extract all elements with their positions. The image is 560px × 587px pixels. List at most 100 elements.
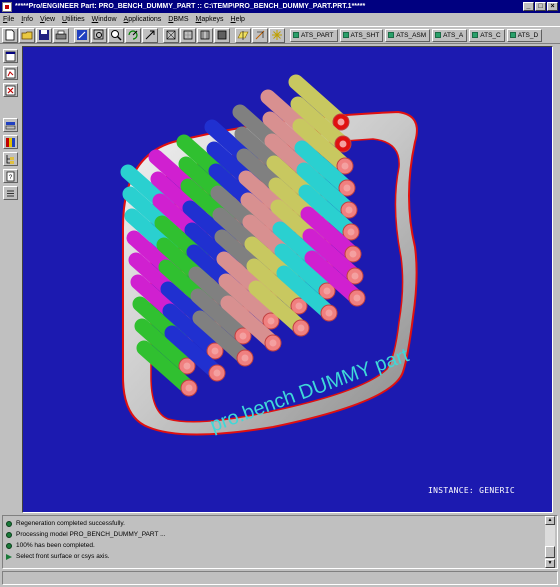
tube-bore xyxy=(185,384,193,392)
message-scrollbar[interactable]: ▲ ▼ xyxy=(545,516,555,568)
menu-bar: File Info View Utilities Window Applicat… xyxy=(0,13,560,25)
repaint-icon[interactable] xyxy=(74,27,90,43)
message-text: Select front surface or csys axis. xyxy=(16,553,110,560)
ats-icon xyxy=(293,32,299,38)
star-icon[interactable] xyxy=(269,27,285,43)
menu-applications[interactable]: Applications xyxy=(124,16,162,23)
window-controls: _ □ × xyxy=(523,2,558,11)
ats-icon xyxy=(472,32,479,38)
hidden-line-icon[interactable] xyxy=(180,27,196,43)
title-bar: *****Pro/ENGINEER Part: PRO_BENCH_DUMMY_… xyxy=(0,0,560,13)
ats-part-button[interactable]: ATS_PART xyxy=(290,28,338,42)
tube-bore xyxy=(183,362,191,370)
menu-view[interactable]: View xyxy=(40,16,55,23)
tube-bore xyxy=(353,294,361,302)
graphics-viewport[interactable]: pro.bench DUMMY part xyxy=(22,46,553,513)
tube-bore xyxy=(347,228,355,236)
ats-a-button[interactable]: ATS_A xyxy=(432,28,468,42)
sketch-icon[interactable] xyxy=(3,66,18,80)
save-icon[interactable] xyxy=(36,27,52,43)
menu-mapkeys[interactable]: Mapkeys xyxy=(196,16,224,23)
zoom-in-icon[interactable] xyxy=(91,27,107,43)
delete-icon[interactable] xyxy=(3,83,18,97)
menu-dbms[interactable]: DBMS xyxy=(168,16,188,23)
message-area: Regeneration completed successfully. Pro… xyxy=(2,515,558,569)
print-icon[interactable] xyxy=(53,27,69,43)
menu-utilities[interactable]: Utilities xyxy=(62,16,85,23)
tube-bore xyxy=(269,339,277,347)
tube-bore xyxy=(211,347,219,355)
tube-bore xyxy=(343,184,351,192)
ats-part-label: ATS_PART xyxy=(301,31,334,39)
tube-bore xyxy=(337,118,345,126)
ats-asm-button[interactable]: ATS_ASM xyxy=(385,28,431,42)
close-button[interactable]: × xyxy=(547,2,558,11)
tube-bore xyxy=(351,272,359,280)
ats-icon xyxy=(509,32,516,38)
wireframe-icon[interactable] xyxy=(163,27,179,43)
scroll-down-icon[interactable]: ▼ xyxy=(545,559,555,568)
ats-asm-label: ATS_ASM xyxy=(396,31,427,39)
datum-plane-icon[interactable] xyxy=(235,27,251,43)
tube-bore xyxy=(345,206,353,214)
ats-c-label: ATS_C xyxy=(480,31,501,39)
menu-help[interactable]: Help xyxy=(231,16,245,23)
message-text: Processing model PRO_BENCH_DUMMY_PART ..… xyxy=(16,531,166,538)
color-icon[interactable] xyxy=(3,135,18,149)
layer-icon[interactable] xyxy=(3,118,18,132)
ats-d-label: ATS_D xyxy=(517,31,539,39)
window-title: *****Pro/ENGINEER Part: PRO_BENCH_DUMMY_… xyxy=(15,3,366,10)
datum-axis-icon[interactable] xyxy=(252,27,268,43)
window-icon[interactable] xyxy=(3,49,18,63)
menu-info[interactable]: Info xyxy=(21,16,33,23)
info-icon[interactable]: ? xyxy=(3,169,18,183)
open-folder-icon[interactable] xyxy=(19,27,35,43)
menu-window[interactable]: Window xyxy=(92,16,117,23)
left-toolbar: ? xyxy=(0,45,21,515)
ats-a-label: ATS_A xyxy=(443,31,464,39)
tube-bore xyxy=(267,317,275,325)
ats-sht-button[interactable]: ATS_SHT xyxy=(339,28,384,42)
ats-c-button[interactable]: ATS_C xyxy=(469,28,505,42)
tube-bore xyxy=(323,287,331,295)
tube-bore xyxy=(341,162,349,170)
message-bullet-icon xyxy=(6,520,12,527)
ats-icon xyxy=(342,32,349,38)
part-model[interactable]: pro.bench DUMMY part xyxy=(23,47,554,514)
message-text: 100% has been completed. xyxy=(16,542,95,549)
shaded-icon[interactable] xyxy=(214,27,230,43)
prompt-arrow-icon xyxy=(6,553,12,560)
list-icon[interactable] xyxy=(3,186,18,200)
maximize-button[interactable]: □ xyxy=(535,2,546,11)
scroll-thumb[interactable] xyxy=(545,546,555,558)
orient-icon[interactable] xyxy=(142,27,158,43)
status-bar xyxy=(2,571,558,585)
message-text: Regeneration completed successfully. xyxy=(16,520,125,527)
scroll-up-icon[interactable]: ▲ xyxy=(545,516,555,525)
tube-bore xyxy=(213,369,221,377)
ats-d-button[interactable]: ATS_D xyxy=(506,28,543,42)
viewport-border xyxy=(553,46,560,513)
tube-bore xyxy=(295,302,303,310)
minimize-button[interactable]: _ xyxy=(523,2,534,11)
tube-bore xyxy=(325,309,333,317)
message-line: 100% has been completed. xyxy=(6,542,95,549)
tube-bore xyxy=(241,354,249,362)
instance-label: INSTANCE: GENERIC xyxy=(428,486,515,495)
spin-icon[interactable] xyxy=(125,27,141,43)
new-file-icon[interactable] xyxy=(2,27,18,43)
tube-bore xyxy=(297,324,305,332)
ats-icon xyxy=(388,32,395,38)
no-hidden-icon[interactable] xyxy=(197,27,213,43)
tube-bore xyxy=(339,140,347,148)
tube-bore xyxy=(239,332,247,340)
app-icon[interactable] xyxy=(2,1,12,12)
tree-icon[interactable] xyxy=(3,152,18,166)
zoom-out-icon[interactable] xyxy=(108,27,124,43)
message-line: Select front surface or csys axis. xyxy=(6,553,110,560)
menu-file[interactable]: File xyxy=(3,16,14,23)
message-bullet-icon xyxy=(6,531,12,538)
ats-icon xyxy=(435,32,442,38)
tube-bore xyxy=(349,250,357,258)
message-line: Processing model PRO_BENCH_DUMMY_PART ..… xyxy=(6,531,166,538)
